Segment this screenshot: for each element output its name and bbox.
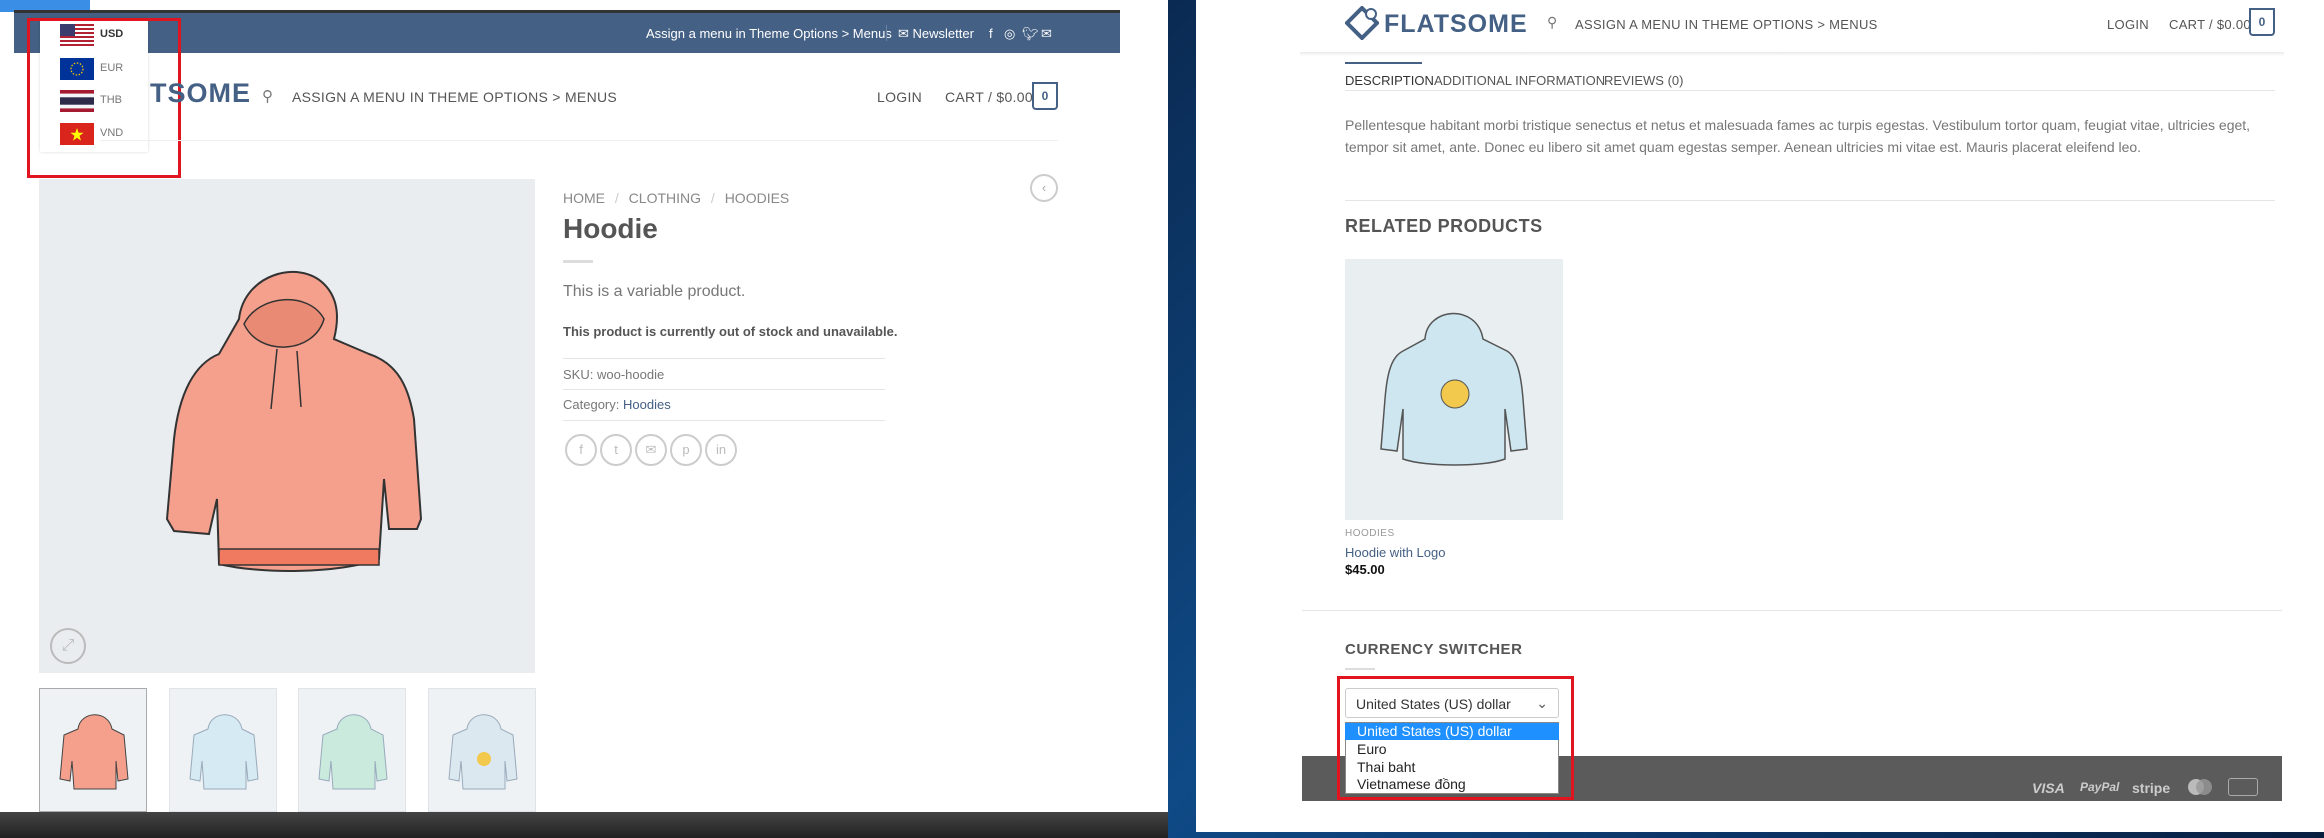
login-link-right[interactable]: LOGIN — [2107, 17, 2149, 32]
instagram-icon[interactable]: ◎ — [1004, 26, 1015, 42]
tab-reviews[interactable]: REVIEWS (0) — [1604, 73, 1683, 88]
tab-divider — [1345, 90, 2275, 91]
login-link[interactable]: LOGIN — [877, 89, 922, 105]
share-twitter-icon[interactable]: t — [600, 434, 632, 466]
meta-divider — [563, 358, 885, 359]
related-category: HOODIES — [1345, 528, 1395, 539]
stock-notice: This product is currently out of stock a… — [563, 324, 898, 339]
cart-link-right[interactable]: CART / $0.00 — [2169, 17, 2251, 32]
cart-count-badge-right[interactable]: 0 — [2249, 8, 2275, 36]
hoodie-thumb-logo — [448, 714, 518, 790]
taskbar-edge — [0, 812, 1168, 838]
email-icon[interactable]: ✉ — [1041, 26, 1052, 42]
nav-assign-menu-right[interactable]: ASSIGN A MENU IN THEME OPTIONS > MENUS — [1575, 17, 1878, 32]
mail-icon: ✉ — [898, 26, 913, 41]
thumbnail-2[interactable] — [169, 688, 277, 812]
stripe-icon: stripe — [2132, 780, 2171, 796]
assign-menu-link[interactable]: Assign a menu in Theme Options > Menus — [646, 26, 892, 41]
section-divider — [1302, 610, 2282, 611]
tab-additional-information[interactable]: ADDITIONAL INFORMATION — [1434, 73, 1605, 88]
cart-count-badge[interactable]: 0 — [1032, 82, 1058, 110]
breadcrumb-sep: / — [614, 190, 619, 206]
cart-link[interactable]: CART / $0.00 — [945, 89, 1033, 105]
share-facebook-icon[interactable]: f — [565, 434, 597, 466]
currency-switcher-title: CURRENCY SWITCHER — [1345, 641, 1523, 658]
section-divider — [1345, 200, 2275, 201]
related-product-name[interactable]: Hoodie with Logo — [1345, 545, 1445, 560]
related-product-image[interactable] — [1345, 259, 1563, 520]
meta-divider — [563, 389, 885, 390]
visa-icon: VISA — [2032, 780, 2065, 796]
hoodie-thumb-red — [59, 714, 129, 790]
product-short-description: This is a variable product. — [563, 283, 746, 300]
hoodie-thumb-blue — [189, 714, 259, 790]
nav-assign-menu[interactable]: ASSIGN A MENU IN THEME OPTIONS > MENUS — [292, 89, 617, 105]
description-text: Pellentesque habitant morbi tristique se… — [1345, 117, 2251, 155]
product-main-image[interactable] — [39, 179, 535, 673]
breadcrumb-clothing[interactable]: CLOTHING — [629, 190, 701, 206]
thumbnail-4[interactable] — [428, 688, 536, 812]
flatsome-logo-icon[interactable] — [1344, 5, 1380, 41]
category-row: Category: Hoodies — [563, 397, 671, 412]
category-link[interactable]: Hoodies — [623, 397, 671, 412]
breadcrumb: HOME / CLOTHING / HOODIES — [563, 190, 789, 206]
breadcrumb-sep: / — [710, 190, 715, 206]
site-logo[interactable]: TSOME — [150, 78, 251, 109]
header-divider — [100, 140, 1058, 141]
thumbnail-1[interactable] — [39, 688, 147, 812]
search-icon-right[interactable]: ⚲ — [1547, 14, 1557, 31]
newsletter-link[interactable]: ✉ Newsletter — [898, 26, 974, 42]
active-tab-indicator — [1345, 62, 1422, 64]
facebook-icon[interactable]: f — [989, 26, 993, 41]
hoodie-thumb-green — [318, 714, 388, 790]
breadcrumb-home[interactable]: HOME — [563, 190, 605, 206]
share-pinterest-icon[interactable]: p — [670, 434, 702, 466]
breadcrumb-hoodies[interactable]: HOODIES — [725, 190, 790, 206]
hoodie-image — [165, 270, 423, 572]
related-products-title: RELATED PRODUCTS — [1345, 216, 1543, 236]
product-title: Hoodie — [563, 213, 658, 244]
switcher-title-divider — [1345, 668, 1375, 670]
paypal-icon: PayPal — [2080, 780, 2120, 794]
twitter-icon[interactable]: 🐦︎ — [1022, 26, 1039, 42]
sku-value: woo-hoodie — [596, 367, 665, 382]
prev-product-icon[interactable]: ‹ — [1030, 174, 1058, 202]
share-email-icon[interactable]: ✉ — [635, 434, 667, 466]
related-product-price: $45.00 — [1345, 562, 1385, 577]
site-logo-right[interactable]: FLATSOME — [1384, 10, 1528, 39]
thumbnail-3[interactable] — [298, 688, 406, 812]
mastercard-icon — [2186, 778, 2214, 796]
cash-on-delivery-icon — [2228, 778, 2258, 796]
title-divider — [563, 260, 593, 263]
header-shadow — [1300, 52, 2284, 56]
zoom-expand-icon[interactable]: ⤢ — [50, 628, 86, 664]
search-icon[interactable]: ⚲ — [262, 87, 273, 105]
share-linkedin-icon[interactable]: in — [705, 434, 737, 466]
meta-divider — [563, 420, 885, 421]
hoodie-with-logo-image — [1380, 312, 1528, 466]
topbar-divider — [886, 25, 887, 41]
sku-row: SKU: woo-hoodie — [563, 367, 665, 382]
tab-description[interactable]: DESCRIPTION — [1345, 73, 1434, 88]
highlight-box-dropdown — [1337, 676, 1574, 800]
